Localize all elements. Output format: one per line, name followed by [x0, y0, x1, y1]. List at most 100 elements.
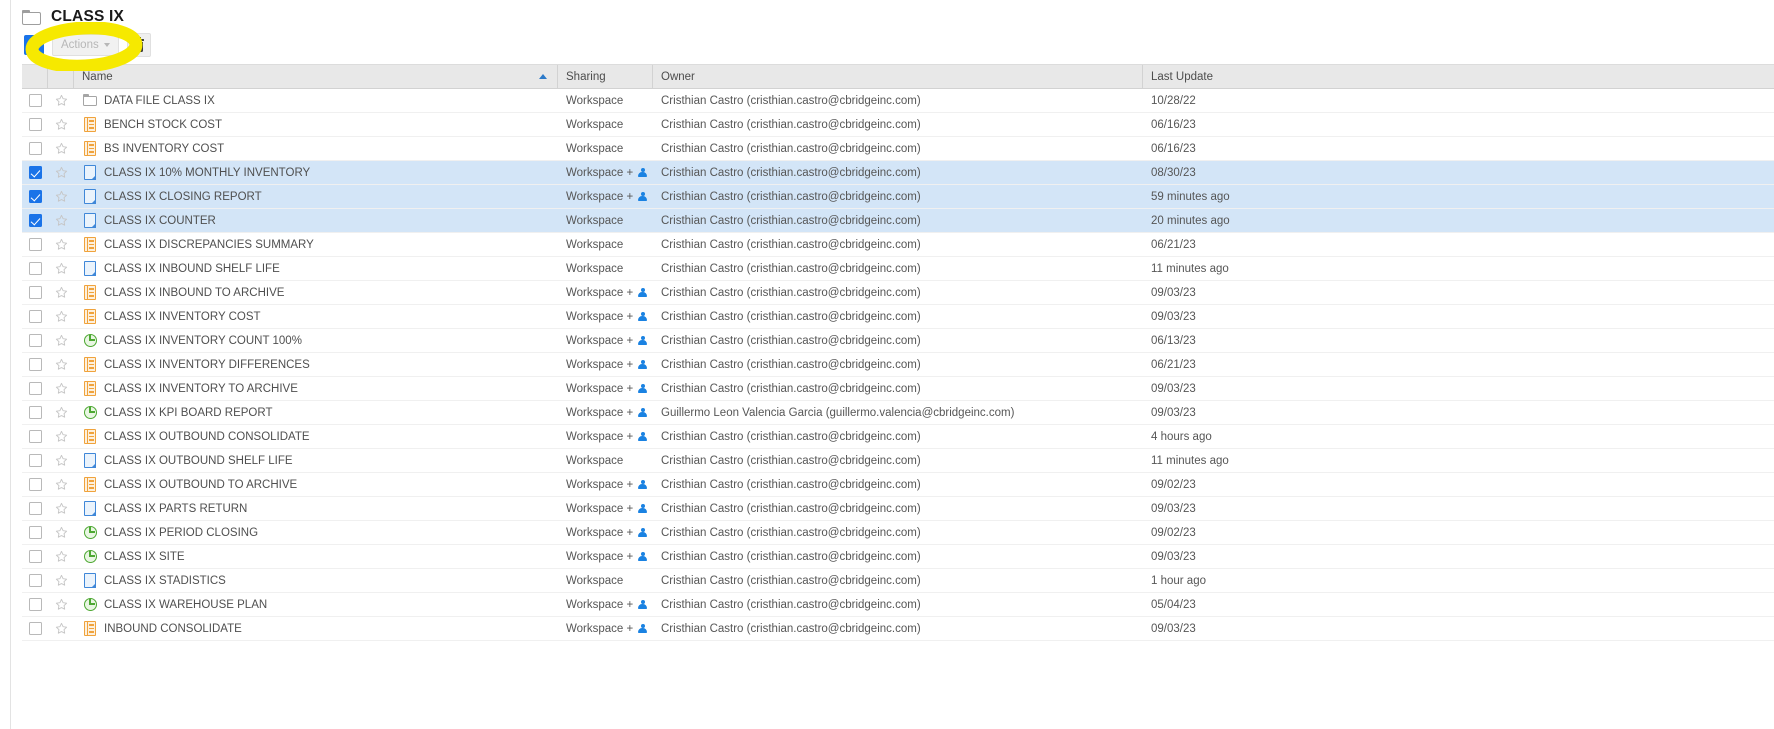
table-row[interactable]: CLASS IX KPI BOARD REPORT Workspace + Guil…	[22, 401, 1774, 425]
row-name-cell[interactable]: CLASS IX OUTBOUND SHELF LIFE	[74, 449, 558, 473]
row-checkbox[interactable]	[28, 262, 42, 275]
row-checkbox[interactable]	[28, 574, 42, 587]
row-name-cell[interactable]: CLASS IX DISCREPANCIES SUMMARY	[74, 233, 558, 257]
row-name-cell[interactable]: CLASS IX OUTBOUND TO ARCHIVE	[74, 473, 558, 497]
favorite-star-icon[interactable]	[55, 526, 68, 539]
row-checkbox[interactable]	[28, 454, 42, 467]
row-name-cell[interactable]: CLASS IX INVENTORY DIFFERENCES	[74, 353, 558, 377]
favorite-star-icon[interactable]	[55, 166, 68, 179]
row-name-cell[interactable]: CLASS IX WAREHOUSE PLAN	[74, 593, 558, 617]
table-row[interactable]: CLASS IX 10% MONTHLY INVENTORY Workspace …	[22, 161, 1774, 185]
table-row[interactable]: CLASS IX OUTBOUND SHELF LIFE Workspace Cri…	[22, 449, 1774, 473]
delete-button[interactable]	[126, 33, 151, 57]
row-checkbox[interactable]	[28, 382, 42, 395]
column-header-last-update[interactable]: Last Update	[1143, 65, 1763, 89]
row-checkbox[interactable]	[28, 238, 42, 251]
row-checkbox[interactable]	[28, 142, 42, 155]
favorite-star-icon[interactable]	[55, 262, 68, 275]
favorite-star-icon[interactable]	[55, 142, 68, 155]
table-row[interactable]: CLASS IX PERIOD CLOSING Workspace + Cristh…	[22, 521, 1774, 545]
row-checkbox[interactable]	[28, 502, 42, 515]
column-header-owner[interactable]: Owner	[653, 64, 1143, 89]
table-row[interactable]: CLASS IX STADISTICS Workspace Cristhian Ca…	[22, 569, 1774, 593]
favorite-star-icon[interactable]	[55, 550, 68, 563]
row-name-cell[interactable]: CLASS IX 10% MONTHLY INVENTORY	[74, 161, 558, 185]
table-row[interactable]: INBOUND CONSOLIDATE Workspace + Cristhian …	[22, 617, 1774, 641]
table-row[interactable]: CLASS IX CLOSING REPORT Workspace + Cristh…	[22, 185, 1774, 209]
favorite-star-icon[interactable]	[55, 454, 68, 467]
row-checkbox[interactable]	[28, 478, 42, 491]
column-header-sharing[interactable]: Sharing	[558, 64, 653, 89]
favorite-star-icon[interactable]	[55, 190, 68, 203]
row-name-cell[interactable]: CLASS IX OUTBOUND CONSOLIDATE	[74, 425, 558, 449]
favorite-star-icon[interactable]	[55, 502, 68, 515]
row-name-cell[interactable]: DATA FILE CLASS IX	[74, 89, 558, 113]
row-name-cell[interactable]: CLASS IX COUNTER	[74, 209, 558, 233]
row-name-cell[interactable]: CLASS IX INVENTORY COST	[74, 305, 558, 329]
row-checkbox[interactable]	[28, 598, 42, 611]
actions-dropdown-button[interactable]: Actions	[52, 34, 119, 56]
table-row[interactable]: CLASS IX OUTBOUND TO ARCHIVE Workspace + C…	[22, 473, 1774, 497]
favorite-star-icon[interactable]	[55, 406, 68, 419]
row-name-cell[interactable]: CLASS IX SITE	[74, 545, 558, 569]
row-name-cell[interactable]: CLASS IX INVENTORY COUNT 100%	[74, 329, 558, 353]
table-row[interactable]: CLASS IX INVENTORY TO ARCHIVE Workspace +…	[22, 377, 1774, 401]
column-header-star[interactable]	[48, 64, 74, 89]
row-checkbox[interactable]	[28, 94, 42, 107]
favorite-star-icon[interactable]	[55, 286, 68, 299]
favorite-star-icon[interactable]	[55, 118, 68, 131]
favorite-star-icon[interactable]	[55, 358, 68, 371]
table-row[interactable]: CLASS IX COUNTER Workspace Cristhian Castr…	[22, 209, 1774, 233]
table-row[interactable]: CLASS IX OUTBOUND CONSOLIDATE Workspace +…	[22, 425, 1774, 449]
row-name-cell[interactable]: CLASS IX INBOUND TO ARCHIVE	[74, 281, 558, 305]
row-checkbox[interactable]	[28, 406, 42, 419]
favorite-star-icon[interactable]	[55, 574, 68, 587]
table-row[interactable]: CLASS IX SITE Workspace + Cristhian Castro…	[22, 545, 1774, 569]
row-checkbox[interactable]	[28, 286, 42, 299]
select-all-checkbox[interactable]	[24, 35, 44, 55]
favorite-star-icon[interactable]	[55, 334, 68, 347]
favorite-star-icon[interactable]	[55, 622, 68, 635]
column-header-checkbox[interactable]	[22, 64, 48, 89]
row-checkbox[interactable]	[28, 190, 42, 203]
table-row[interactable]: CLASS IX INVENTORY DIFFERENCES Workspace …	[22, 353, 1774, 377]
row-checkbox[interactable]	[28, 166, 42, 179]
table-row[interactable]: CLASS IX INBOUND TO ARCHIVE Workspace + Cr…	[22, 281, 1774, 305]
row-checkbox[interactable]	[28, 550, 42, 563]
row-checkbox[interactable]	[28, 334, 42, 347]
row-name-cell[interactable]: INBOUND CONSOLIDATE	[74, 617, 558, 641]
row-checkbox[interactable]	[28, 526, 42, 539]
favorite-star-icon[interactable]	[55, 598, 68, 611]
row-checkbox[interactable]	[28, 358, 42, 371]
row-name-cell[interactable]: CLASS IX CLOSING REPORT	[74, 185, 558, 209]
row-checkbox[interactable]	[28, 214, 42, 227]
table-row[interactable]: CLASS IX INVENTORY COST Workspace + Cristh…	[22, 305, 1774, 329]
favorite-star-icon[interactable]	[55, 238, 68, 251]
favorite-star-icon[interactable]	[55, 382, 68, 395]
favorite-star-icon[interactable]	[55, 310, 68, 323]
favorite-star-icon[interactable]	[55, 430, 68, 443]
row-name-cell[interactable]: CLASS IX KPI BOARD REPORT	[74, 401, 558, 425]
row-name-cell[interactable]: BS INVENTORY COST	[74, 137, 558, 161]
column-header-name[interactable]: Name	[74, 64, 558, 89]
row-checkbox[interactable]	[28, 118, 42, 131]
table-row[interactable]: BS INVENTORY COST Workspace Cristhian Cast…	[22, 137, 1774, 161]
row-checkbox[interactable]	[28, 310, 42, 323]
favorite-star-icon[interactable]	[55, 478, 68, 491]
favorite-star-icon[interactable]	[55, 94, 68, 107]
table-row[interactable]: CLASS IX INBOUND SHELF LIFE Workspace Cris…	[22, 257, 1774, 281]
table-row[interactable]: CLASS IX DISCREPANCIES SUMMARY Workspace C…	[22, 233, 1774, 257]
row-name-cell[interactable]: CLASS IX STADISTICS	[74, 569, 558, 593]
row-name-cell[interactable]: CLASS IX PERIOD CLOSING	[74, 521, 558, 545]
table-row[interactable]: CLASS IX PARTS RETURN Workspace + Cristhia…	[22, 497, 1774, 521]
table-row[interactable]: CLASS IX INVENTORY COUNT 100% Workspace +…	[22, 329, 1774, 353]
favorite-star-icon[interactable]	[55, 214, 68, 227]
table-row[interactable]: CLASS IX WAREHOUSE PLAN Workspace + Cristh…	[22, 593, 1774, 617]
row-checkbox[interactable]	[28, 622, 42, 635]
table-row[interactable]: DATA FILE CLASS IX Workspace Cristhian Cas…	[22, 89, 1774, 113]
row-name-cell[interactable]: CLASS IX PARTS RETURN	[74, 497, 558, 521]
row-name-cell[interactable]: CLASS IX INVENTORY TO ARCHIVE	[74, 377, 558, 401]
row-name-cell[interactable]: BENCH STOCK COST	[74, 113, 558, 137]
table-row[interactable]: BENCH STOCK COST Workspace Cristhian Castr…	[22, 113, 1774, 137]
row-checkbox[interactable]	[28, 430, 42, 443]
